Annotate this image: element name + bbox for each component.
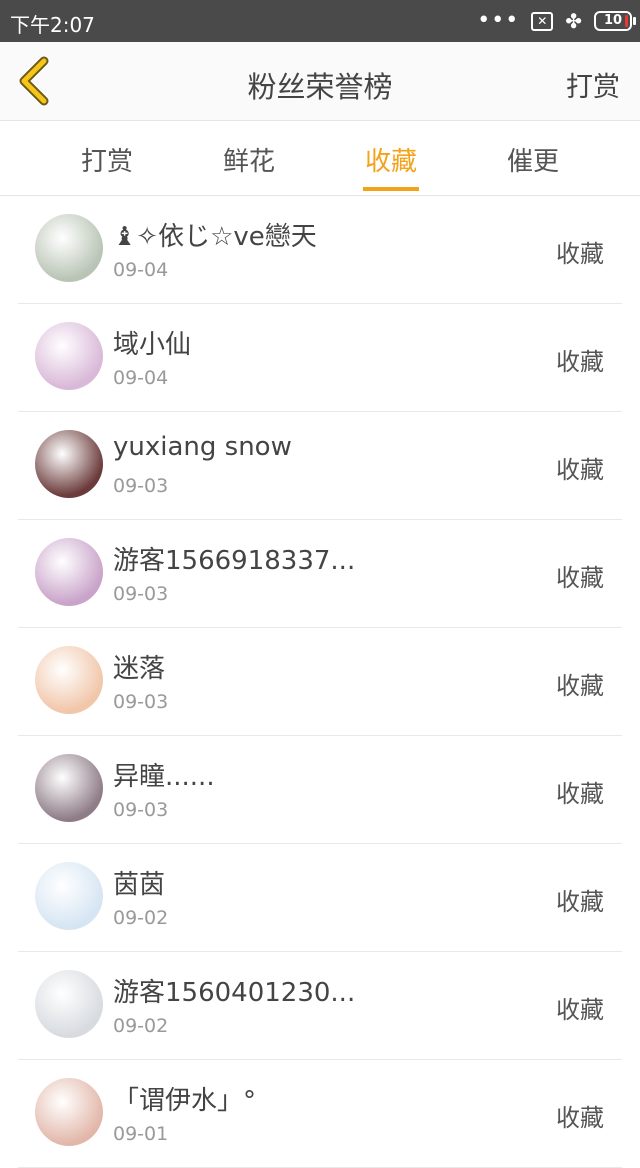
tab-urge[interactable]: 催更	[483, 141, 583, 178]
fan-list: ♝✧依じ☆ve戀天 09-04 收藏 域小仙 09-04 收藏 yuxiang …	[18, 196, 622, 1168]
fan-action: 收藏	[556, 456, 604, 484]
fan-date: 09-01	[113, 1123, 169, 1145]
fan-name: yuxiang snow	[113, 432, 292, 462]
list-item[interactable]: yuxiang snow 09-03 收藏	[18, 412, 622, 520]
fan-action: 收藏	[556, 996, 604, 1024]
page-title: 粉丝荣誉榜	[247, 70, 393, 104]
fan-date: 09-02	[113, 1015, 169, 1037]
active-tab-indicator	[363, 187, 419, 191]
fan-action: 收藏	[556, 348, 604, 376]
fan-action: 收藏	[556, 780, 604, 808]
fan-date: 09-03	[113, 475, 169, 497]
fan-name: 迷落	[113, 654, 166, 684]
fan-action: 收藏	[556, 1104, 604, 1132]
fan-name: 「谓伊水」°	[113, 1086, 257, 1116]
battery-low-indicator	[625, 15, 628, 27]
list-item[interactable]: 迷落 09-03 收藏	[18, 628, 622, 736]
fan-name: 游客1566918337...	[113, 546, 356, 576]
tab-reward[interactable]: 打赏	[57, 141, 157, 178]
avatar	[35, 970, 103, 1038]
fan-date: 09-04	[113, 367, 169, 389]
status-bar: 下午2:07 ••• ✕ ✤ 10	[0, 0, 640, 42]
list-item[interactable]: 茵茵 09-02 收藏	[18, 844, 622, 952]
fan-name: ♝✧依じ☆ve戀天	[113, 222, 317, 252]
tab-flowers[interactable]: 鲜花	[199, 141, 299, 178]
fan-action: 收藏	[556, 672, 604, 700]
sim-icon: ✕	[531, 11, 554, 31]
tab-collect[interactable]: 收藏	[341, 141, 441, 178]
fan-date: 09-03	[113, 799, 169, 821]
fan-name: 游客1560401230...	[113, 978, 356, 1008]
app-header: 粉丝荣誉榜 打赏	[0, 42, 640, 121]
fan-name: 域小仙	[113, 330, 192, 360]
list-item[interactable]: ♝✧依じ☆ve戀天 09-04 收藏	[18, 196, 622, 304]
list-item[interactable]: 异瞳...... 09-03 收藏	[18, 736, 622, 844]
fan-action: 收藏	[556, 888, 604, 916]
avatar	[35, 862, 103, 930]
fan-name: 茵茵	[113, 870, 166, 900]
fan-action: 收藏	[556, 564, 604, 592]
status-icons: ••• ✕ ✤ 10	[477, 8, 636, 34]
list-item[interactable]: 域小仙 09-04 收藏	[18, 304, 622, 412]
avatar	[35, 430, 103, 498]
status-time: 下午2:07	[10, 13, 95, 37]
avatar	[35, 646, 103, 714]
avatar	[35, 322, 103, 390]
avatar	[35, 214, 103, 282]
fan-date: 09-03	[113, 691, 169, 713]
avatar	[35, 538, 103, 606]
list-item[interactable]: 游客1566918337... 09-03 收藏	[18, 520, 622, 628]
tab-bar: 打赏 鲜花 收藏 催更	[0, 121, 640, 196]
more-dots-icon: •••	[477, 8, 520, 33]
fan-name: 异瞳......	[113, 762, 215, 792]
fan-date: 09-04	[113, 259, 169, 281]
reward-button[interactable]: 打赏	[566, 65, 620, 104]
avatar	[35, 754, 103, 822]
battery-level: 10	[603, 13, 623, 28]
clover-icon: ✤	[565, 9, 582, 33]
fan-date: 09-03	[113, 583, 169, 605]
avatar	[35, 1078, 103, 1146]
list-item[interactable]: 游客1560401230... 09-02 收藏	[18, 952, 622, 1060]
list-item[interactable]: 「谓伊水」° 09-01 收藏	[18, 1060, 622, 1168]
fan-date: 09-02	[113, 907, 169, 929]
fan-action: 收藏	[556, 240, 604, 268]
battery-icon: 10	[594, 11, 636, 31]
